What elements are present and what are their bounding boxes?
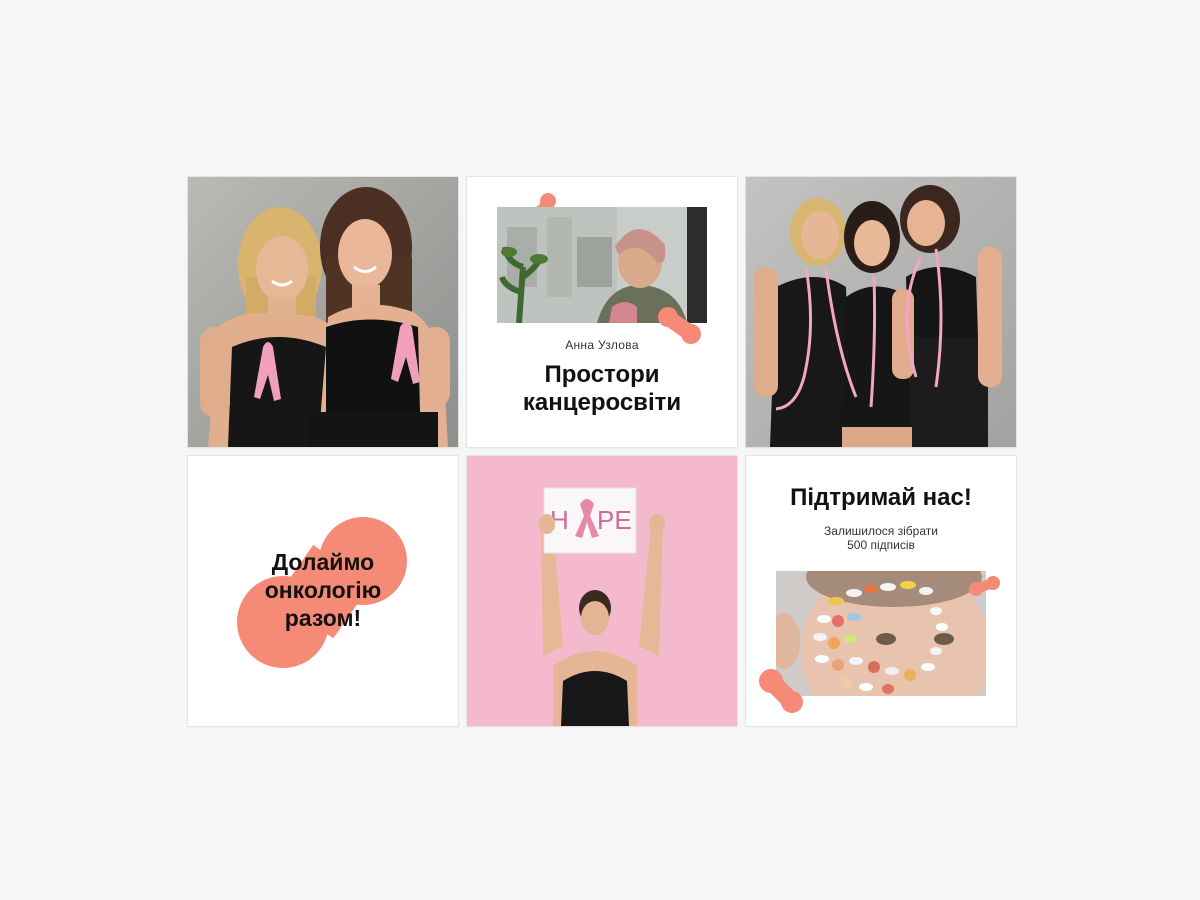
author-name: Анна Узлова	[565, 338, 639, 352]
title-line: Долаймо	[271, 549, 375, 575]
pills-face-photo	[776, 571, 986, 696]
coral-blob-icon	[759, 669, 803, 713]
title-line: разом!	[284, 605, 362, 631]
tile-support[interactable]: Підтримай нас! Залишилося зібрати 500 пі…	[746, 456, 1016, 726]
tile-prostory[interactable]: Анна Узлова Простори канцеросвіти	[467, 177, 737, 447]
tile-hope[interactable]: H PE	[467, 456, 737, 726]
tile-dolaimo[interactable]: Долаймо онкологію разом!	[188, 456, 458, 726]
three-women-photo	[746, 177, 1016, 447]
title-line: Простори	[544, 361, 660, 388]
sign-text: PE	[597, 505, 632, 535]
subtitle-line: 500 підписів	[847, 538, 915, 552]
post-subtitle: Залишилося зібрати 500 підписів	[746, 524, 1016, 552]
tile-three-women[interactable]	[746, 177, 1016, 447]
title-line: канцеросвіти	[522, 389, 682, 416]
post-title: Підтримай нас!	[790, 484, 972, 511]
subtitle-line: Залишилося зібрати	[824, 524, 938, 538]
two-women-photo	[188, 177, 458, 447]
title-line: онкологію	[264, 577, 382, 603]
post-title: Долаймо онкологію разом!	[188, 548, 458, 632]
hope-sign-photo: H PE	[467, 456, 737, 726]
post-grid: Анна Узлова Простори канцеросвіти Долайм…	[188, 177, 1016, 726]
tile-two-women[interactable]	[188, 177, 458, 447]
coral-blob-icon	[969, 576, 1000, 596]
post-title: Простори канцеросвіти	[467, 361, 737, 417]
